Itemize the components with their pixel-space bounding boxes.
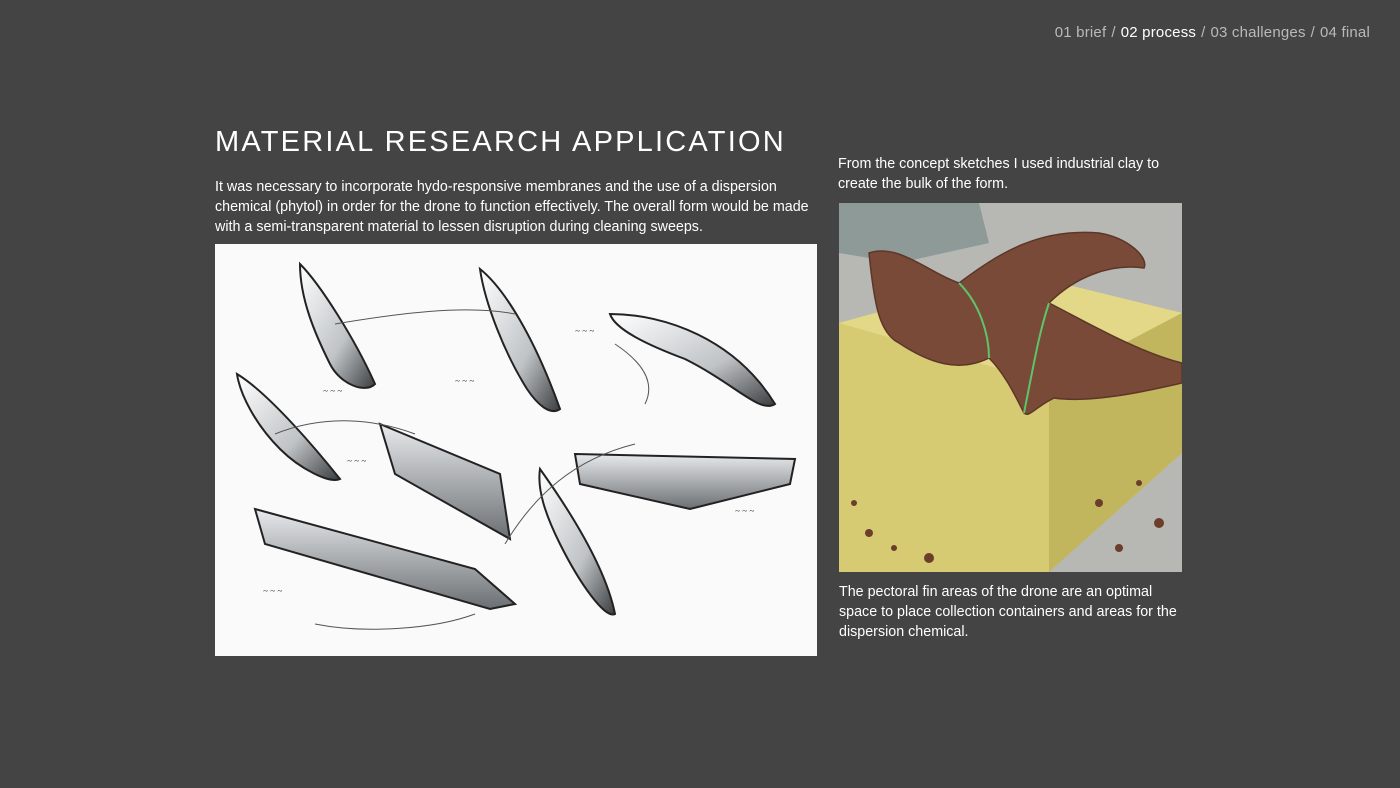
sketch-note: ~ ~ ~ [455, 376, 474, 386]
nav-separator: / [1111, 24, 1116, 41]
sketch-note: ~ ~ ~ [263, 586, 282, 596]
nav-separator: / [1201, 24, 1206, 41]
page-title: MATERIAL RESEARCH APPLICATION [215, 126, 786, 158]
concept-sketches-image: ~ ~ ~ ~ ~ ~ ~ ~ ~ ~ ~ ~ ~ ~ ~ ~ ~ ~ [215, 244, 817, 656]
nav-item-final[interactable]: 04 final [1320, 24, 1370, 41]
sketch-note: ~ ~ ~ [735, 506, 754, 516]
fin-caption: The pectoral fin areas of the drone are … [839, 584, 1177, 640]
sketch-note: ~ ~ ~ [347, 456, 366, 466]
sketch-note: ~ ~ ~ [323, 386, 342, 396]
nav-item-brief[interactable]: 01 brief [1055, 24, 1107, 41]
nav-item-process[interactable]: 02 process [1121, 24, 1196, 41]
nav-item-challenges[interactable]: 03 challenges [1210, 24, 1305, 41]
concept-sketches-drawing: ~ ~ ~ ~ ~ ~ ~ ~ ~ ~ ~ ~ ~ ~ ~ ~ ~ ~ [235, 261, 797, 630]
sketch-note: ~ ~ ~ [575, 326, 594, 336]
section-nav: 01 brief / 02 process / 03 challenges / … [1055, 24, 1370, 41]
intro-paragraph: It was necessary to incorporate hydo-res… [215, 179, 809, 235]
nav-separator: / [1310, 24, 1316, 41]
clay-caption: From the concept sketches I used industr… [838, 156, 1160, 192]
clay-model-illustration [839, 203, 1182, 572]
clay-model-photo [839, 203, 1182, 572]
